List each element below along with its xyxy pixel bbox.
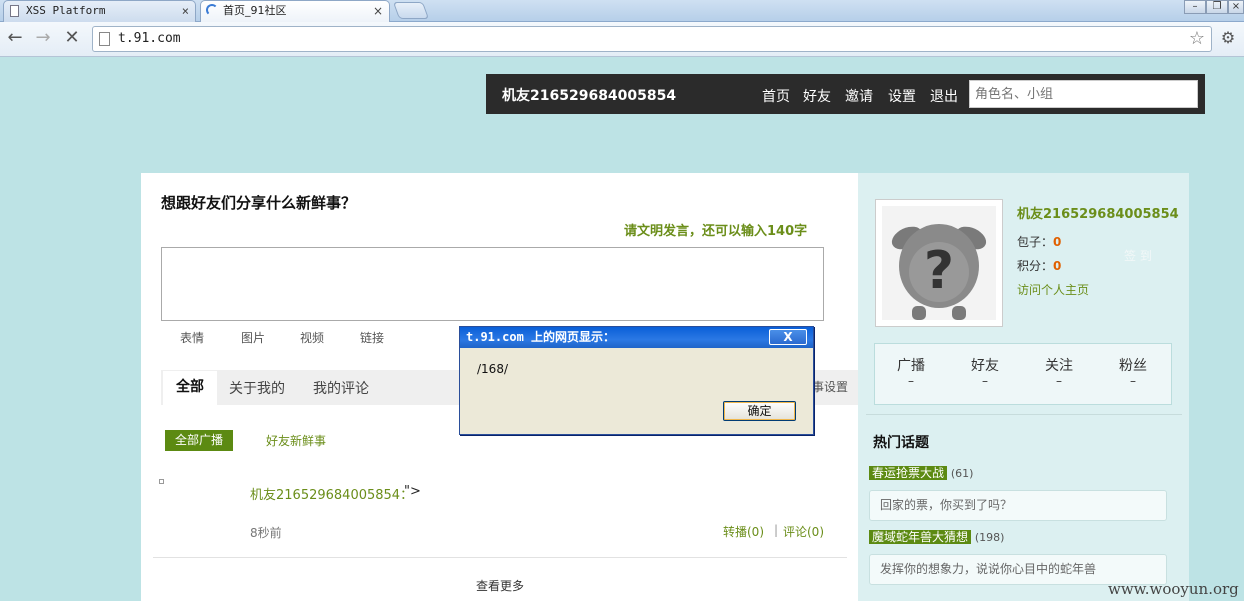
nav-friends[interactable]: 好友: [803, 86, 831, 106]
header-username[interactable]: 机友216529684005854: [502, 85, 676, 105]
view-more-link[interactable]: 查看更多: [476, 577, 524, 594]
tab-title: 首页_91社区: [223, 4, 287, 17]
post-avatar-placeholder: [159, 479, 164, 484]
emoji-tool[interactable]: 表情: [180, 329, 204, 346]
default-avatar-icon: ?: [882, 206, 996, 320]
stat-fans-label[interactable]: 粉丝: [1098, 355, 1168, 375]
avatar[interactable]: ?: [875, 199, 1003, 327]
stop-icon[interactable]: ✕: [59, 27, 85, 51]
site-header: 机友216529684005854 首页 好友 邀请 设置 退出: [486, 74, 1205, 114]
filter-all-broadcasts[interactable]: 全部广播: [165, 430, 233, 451]
address-bar[interactable]: t.91.com ☆: [92, 26, 1212, 52]
topic-tag[interactable]: 魔域蛇年兽大猜想: [869, 530, 972, 544]
tab-about-me[interactable]: 关于我的: [229, 378, 285, 398]
profile-score: 积分：0: [1017, 257, 1061, 274]
feed-settings-link[interactable]: 事设置: [812, 378, 848, 395]
browser-tab-91[interactable]: 首页_91社区 ×: [200, 0, 390, 22]
visit-homepage-link[interactable]: 访问个人主页: [1017, 281, 1089, 298]
watermark: www.wooyun.org: [1108, 580, 1239, 598]
score-label: 积分：: [1017, 259, 1054, 273]
hot-topic-2: 魔域蛇年兽大猜想 (198): [869, 529, 1004, 546]
post-author[interactable]: 机友216529684005854：: [250, 484, 413, 503]
score-value: 0: [1053, 259, 1062, 273]
checkin-button[interactable]: 签 到: [1124, 247, 1152, 264]
link-tool[interactable]: 链接: [360, 329, 384, 346]
nav-settings[interactable]: 设置: [888, 86, 916, 106]
hot-topics-heading: 热门话题: [873, 435, 929, 451]
post-time: 8秒前: [250, 526, 282, 540]
profile-bao: 包子：0: [1017, 233, 1061, 250]
close-tab-icon[interactable]: ×: [373, 1, 383, 21]
wrench-icon[interactable]: ⚙: [1215, 27, 1241, 51]
stat-fans-value: –: [1130, 374, 1136, 388]
ok-button[interactable]: 确定: [723, 401, 796, 421]
restore-button[interactable]: ❐: [1206, 0, 1228, 14]
bookmark-star-icon[interactable]: ☆: [1189, 28, 1205, 49]
browser-tab-xss[interactable]: XSS Platform ×: [3, 0, 196, 22]
stat-following-value: –: [1056, 374, 1062, 388]
nav-home[interactable]: 首页: [762, 86, 790, 106]
composer-heading: 想跟好友们分享什么新鲜事？: [161, 194, 357, 212]
nav-invite[interactable]: 邀请: [845, 86, 873, 106]
filter-friend-news[interactable]: 好友新鲜事: [266, 432, 326, 449]
bao-label: 包子：: [1017, 235, 1054, 249]
nav-logout[interactable]: 退出: [930, 86, 958, 106]
close-tab-icon[interactable]: ×: [182, 1, 189, 21]
browser-tab-strip: XSS Platform × 首页_91社区 × – ❐ ×: [0, 0, 1244, 22]
comment-button[interactable]: 评论(0): [783, 523, 824, 540]
stat-following-label[interactable]: 关注: [1024, 355, 1094, 375]
topic-count: (61): [950, 467, 974, 480]
close-window-button[interactable]: ×: [1228, 0, 1244, 14]
image-tool[interactable]: 图片: [241, 329, 265, 346]
divider: [153, 557, 847, 558]
browser-toolbar: ← → ✕ t.91.com ☆ ⚙: [0, 22, 1244, 57]
hot-topic-1: 春运抢票大战 (61): [869, 465, 973, 482]
repost-button[interactable]: 转播(0): [723, 523, 764, 540]
tab-all[interactable]: 全部: [163, 371, 217, 405]
dialog-close-button[interactable]: X: [769, 329, 807, 345]
tab-title: XSS Platform: [26, 4, 106, 17]
back-icon[interactable]: ←: [2, 27, 28, 51]
divider: [866, 414, 1182, 415]
svg-text:?: ?: [924, 241, 954, 301]
action-separator: |: [774, 523, 779, 537]
loading-icon: [206, 4, 218, 16]
topic-count: (198): [974, 531, 1005, 544]
composer-hint: 请文明发言，还可以输入140字: [624, 224, 808, 239]
post-content: ">: [404, 484, 421, 499]
alert-dialog: t.91.com 上的网页显示： X /168/ 确定: [459, 326, 814, 435]
dialog-title: t.91.com 上的网页显示：: [460, 327, 813, 348]
tab-my-comments[interactable]: 我的评论: [313, 378, 369, 398]
video-tool[interactable]: 视频: [300, 329, 324, 346]
topic-description[interactable]: 回家的票，你买到了吗？: [869, 490, 1167, 521]
stat-friends-label[interactable]: 好友: [950, 355, 1020, 375]
stat-broadcast-label[interactable]: 广播: [876, 355, 946, 375]
stat-friends-value: –: [982, 374, 988, 388]
profile-name[interactable]: 机友216529684005854: [1017, 203, 1179, 222]
search-input[interactable]: [969, 80, 1198, 108]
bao-value: 0: [1053, 235, 1062, 249]
dialog-message: /168/: [477, 362, 508, 376]
stat-broadcast-value: –: [908, 374, 914, 388]
post-textarea[interactable]: [161, 247, 824, 321]
topic-tag[interactable]: 春运抢票大战: [869, 466, 948, 480]
url-text: t.91.com: [118, 31, 181, 46]
minimize-button[interactable]: –: [1184, 0, 1206, 14]
page-icon: [99, 32, 110, 46]
new-tab-button[interactable]: [392, 2, 430, 19]
page-icon: [10, 5, 19, 17]
forward-icon[interactable]: →: [30, 27, 56, 51]
